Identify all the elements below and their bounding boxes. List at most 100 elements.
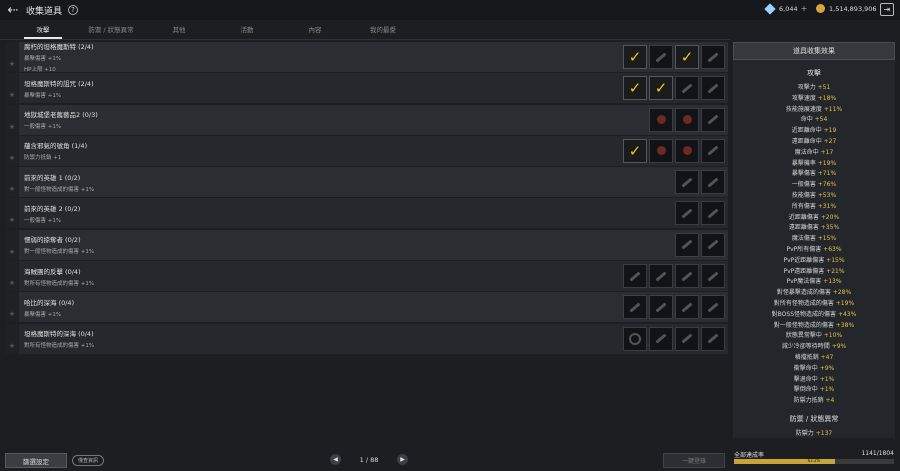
- item-slot[interactable]: [701, 326, 725, 351]
- completion-percent: 63.2%: [807, 458, 821, 463]
- item-slot[interactable]: [701, 107, 725, 132]
- collected-slot[interactable]: ✓: [649, 76, 673, 101]
- star-icon: ★: [8, 153, 16, 162]
- favorite-toggle[interactable]: ★: [5, 229, 19, 260]
- favorite-toggle[interactable]: ★: [5, 323, 19, 354]
- weapon-item-icon: [707, 145, 719, 156]
- top-bar: ⇠ 收集道具 ? 6,044 + 1,514,893,906 ⇥: [0, 0, 900, 20]
- item-slot[interactable]: [701, 138, 725, 163]
- exit-icon[interactable]: ⇥: [880, 3, 894, 16]
- favorite-toggle[interactable]: ★: [5, 42, 19, 72]
- stat-value: +71%: [817, 170, 837, 178]
- next-page-icon[interactable]: ▶: [397, 454, 408, 465]
- help-icon[interactable]: ?: [68, 5, 79, 15]
- item-slot[interactable]: [649, 264, 673, 289]
- item-slot[interactable]: [675, 326, 699, 351]
- collected-slot[interactable]: ✓: [623, 138, 647, 163]
- tab-other[interactable]: 其他: [154, 22, 204, 38]
- collection-row[interactable]: ★ 腐朽的坦格魔斯特 (2/4) 暴擊傷害 +1% HP上限 +10 ✓ ✓: [5, 42, 728, 73]
- favorite-toggle[interactable]: ★: [5, 292, 19, 323]
- collected-slot[interactable]: ✓: [623, 76, 647, 101]
- favorite-toggle[interactable]: ★: [5, 104, 19, 135]
- row-text: 地獄城堡老舊藝品2 (0/3) 一般傷害 +1%: [24, 109, 98, 130]
- checkmark-icon: ✓: [680, 48, 694, 66]
- collection-row[interactable]: ★ 坦格魔斯特的詛咒 (2/4) 暴擊傷害 +1% ✓ ✓: [5, 73, 728, 104]
- collected-slot[interactable]: ✓: [623, 45, 647, 69]
- stat-line: 遠距離傷害 +35%: [733, 222, 895, 233]
- row-text: 海賊團的反擊 (0/4) 對所有怪物造成的傷害 +1%: [24, 266, 94, 287]
- weapon-item-icon: [681, 208, 693, 219]
- collection-row[interactable]: ★ 前來的英雄 2 (0/2) 一般傷害 +1%: [5, 198, 728, 229]
- prev-page-icon[interactable]: ◀: [330, 454, 341, 465]
- stat-value: +51: [817, 84, 831, 91]
- favorite-toggle[interactable]: ★: [5, 135, 19, 166]
- item-slot[interactable]: [675, 107, 699, 132]
- item-slot[interactable]: [701, 232, 725, 257]
- stat-line: PvP遠距離傷害 +21%: [733, 266, 895, 277]
- stat-label: 對所有怪物造成的傷害: [773, 299, 834, 307]
- tab-content[interactable]: 內容: [290, 22, 340, 38]
- tab-favorites[interactable]: 我的最愛: [358, 22, 408, 38]
- item-slot[interactable]: [623, 326, 647, 351]
- collection-row[interactable]: ★ 前來的英雄 1 (0/2) 對一般怪物造成的傷害 +1%: [5, 167, 728, 198]
- stat-label: 遠距離命中: [791, 137, 822, 145]
- item-slot[interactable]: [649, 295, 673, 320]
- collected-slot[interactable]: ✓: [675, 45, 699, 69]
- tab-defense[interactable]: 防禦 / 狀態異常: [86, 22, 136, 38]
- item-slot[interactable]: [649, 107, 673, 132]
- item-slot[interactable]: [701, 264, 725, 289]
- item-slot[interactable]: [701, 76, 725, 101]
- stat-value: +19%: [817, 159, 837, 167]
- favorite-toggle[interactable]: ★: [5, 198, 19, 229]
- item-slot[interactable]: [623, 295, 647, 320]
- item-slot[interactable]: [701, 201, 725, 226]
- weapon-item-icon: [681, 83, 693, 94]
- weapon-item-icon: [681, 333, 693, 344]
- tab-event[interactable]: 活動: [222, 22, 272, 38]
- item-slot[interactable]: [675, 232, 699, 257]
- stat-value: +1%: [819, 375, 835, 383]
- item-slot[interactable]: [675, 138, 699, 163]
- item-slot[interactable]: [701, 295, 725, 320]
- item-slot[interactable]: [701, 45, 725, 69]
- row-text: 坦格魔斯特的深海 (0/4) 對所有怪物造成的傷害 +1%: [24, 328, 94, 349]
- item-slot[interactable]: [675, 201, 699, 226]
- collection-row[interactable]: ★ 哈比的深海 (0/4) 暴擊傷害 +1%: [5, 292, 728, 323]
- collection-row[interactable]: ★ 坦格魔斯特的深海 (0/4) 對所有怪物造成的傷害 +1%: [5, 323, 728, 354]
- item-slot[interactable]: [649, 45, 673, 69]
- item-slots: [675, 232, 725, 257]
- filter-settings-button[interactable]: 篩選設定: [5, 453, 67, 468]
- stat-line: 一般傷害 +76%: [733, 179, 895, 190]
- stat-value: +13%: [823, 278, 842, 286]
- star-icon: ★: [8, 122, 16, 131]
- row-text: 懦弱的掠奪者 (0/2) 對一般怪物造成的傷害 +1%: [24, 234, 94, 255]
- add-gems-icon[interactable]: +: [801, 4, 808, 13]
- collection-name: 坦格魔斯特的深海 (0/4): [24, 330, 94, 339]
- stat-label: 對一般怪物造成的傷害: [773, 321, 834, 329]
- item-slot[interactable]: [675, 76, 699, 101]
- back-arrow-icon[interactable]: ⇠: [4, 1, 22, 19]
- collection-row[interactable]: ★ 懦弱的掠奪者 (0/2) 對一般怪物造成的傷害 +1%: [5, 229, 728, 260]
- stat-label: 技能施展速度: [785, 105, 822, 113]
- item-slot[interactable]: [675, 170, 699, 195]
- item-slot[interactable]: [675, 264, 699, 289]
- stat-value: +10%: [823, 332, 843, 340]
- favorite-toggle[interactable]: ★: [5, 261, 19, 292]
- weapon-item-icon: [707, 333, 719, 344]
- tab-attack[interactable]: 攻擊: [18, 22, 68, 39]
- collection-name: 懦弱的掠奪者 (0/2): [24, 236, 81, 245]
- register-all-button[interactable]: 一鍵登錄: [663, 453, 725, 468]
- item-slot[interactable]: [623, 264, 647, 289]
- favorite-toggle[interactable]: ★: [5, 73, 19, 104]
- item-slot[interactable]: [701, 170, 725, 195]
- collection-row[interactable]: ★ 地獄城堡老舊藝品2 (0/3) 一般傷害 +1%: [5, 104, 728, 135]
- defense-stats: 防禦力 +137: [733, 428, 895, 439]
- item-slot[interactable]: [649, 138, 673, 163]
- item-slot[interactable]: [649, 326, 673, 351]
- collection-row[interactable]: ★ 蘊含邪氣的號角 (1/4) 防禦力抵銷 +1 ✓: [5, 135, 728, 166]
- stat-line: 所有傷害 +31%: [733, 201, 895, 212]
- collection-row[interactable]: ★ 海賊團的反擊 (0/4) 對所有怪物造成的傷害 +1%: [5, 261, 728, 292]
- favorite-toggle[interactable]: ★: [5, 167, 19, 198]
- item-slot[interactable]: [675, 295, 699, 320]
- info-only-toggle[interactable]: 僅查資訊: [72, 455, 105, 466]
